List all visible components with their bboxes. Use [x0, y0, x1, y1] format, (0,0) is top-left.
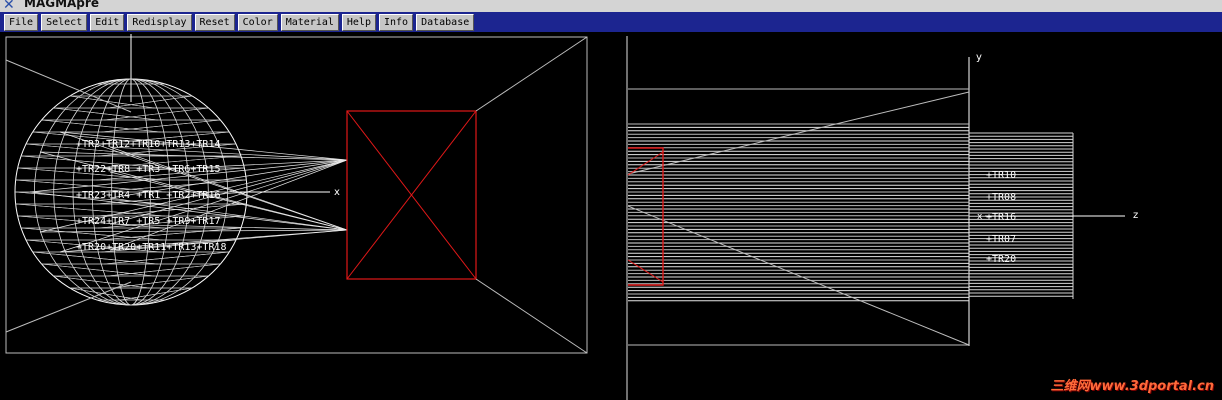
side-y-axis-label: y: [976, 52, 982, 63]
side-z-axis-label: z: [1133, 210, 1138, 221]
side-label: +TR20: [986, 254, 1016, 265]
front-label-row: +TR20+TR20+TR11+TR13+TR18: [76, 242, 227, 253]
side-label: +TR08: [986, 192, 1016, 203]
frame-line-bl: [5, 281, 132, 333]
front-label-row: +TR23+TR4 +TR1 +TR2+TR16: [76, 190, 221, 201]
frame-line-tr: [475, 36, 588, 112]
menu-info-button[interactable]: Info: [378, 14, 414, 31]
x11-app-icon: ✕: [3, 0, 15, 12]
menu-select-button[interactable]: Select: [41, 14, 88, 31]
menu-database-button[interactable]: Database: [416, 14, 475, 31]
window-title: MAGMApre: [24, 0, 99, 10]
side-label: +TR07: [986, 234, 1016, 245]
viewport-area[interactable]: x +TR2+TR12+TR10+TR13+TR14 +TR22+TR8 +TR…: [0, 32, 1222, 400]
front-view-pane[interactable]: x +TR2+TR12+TR10+TR13+TR14 +TR22+TR8 +TR…: [5, 34, 588, 354]
frame-line-tl: [5, 59, 132, 113]
menu-list: File Select Edit Redisplay Reset Color Materia…: [4, 14, 475, 31]
sphere-facet: [104, 107, 209, 121]
side-x-axis-label: x: [977, 212, 983, 222]
sphere-facet: [32, 251, 158, 265]
menu-material-button[interactable]: Material: [280, 14, 339, 31]
watermark-text: 三维网www.3dportal.cn: [1050, 379, 1214, 394]
menu-file-button[interactable]: File: [4, 14, 39, 31]
side-view-pane[interactable]: y z x +TR10 +TR08 +TR16 +TR07 +TR20: [627, 52, 1138, 346]
sphere-facet: [104, 251, 230, 265]
side-diagonal-b: [627, 205, 970, 346]
sphere-facet: [107, 263, 221, 277]
menu-edit-button[interactable]: Edit: [90, 14, 125, 31]
menu-color-button[interactable]: Color: [237, 14, 278, 31]
sphere-facet: [53, 107, 158, 121]
front-label-row: +TR22+TR8 +TR3 +TR6+TR15: [76, 164, 221, 175]
sphere-facet: [96, 203, 247, 217]
title-bar: ✕ MAGMApre: [0, 0, 1222, 12]
front-label-row: +TR24+TR7 +TR5 +TR9+TR17: [76, 216, 221, 227]
layer-lines: [628, 123, 969, 302]
sphere-facet: [99, 227, 241, 241]
frame-line-br: [475, 278, 588, 354]
menu-redisplay-button[interactable]: Redisplay: [127, 14, 192, 31]
menu-help-button[interactable]: Help: [341, 14, 376, 31]
fan-line: [39, 229, 348, 233]
front-label-row: +TR2+TR12+TR10+TR13+TR14: [76, 139, 221, 150]
side-label: +TR10: [986, 170, 1016, 181]
front-x-axis-label: x: [334, 187, 340, 198]
side-label: +TR16: [986, 212, 1016, 223]
sphere-facet: [41, 263, 155, 277]
menu-reset-button[interactable]: Reset: [194, 14, 235, 31]
menu-bar: File Select Edit Redisplay Reset Color Materia…: [0, 12, 1222, 32]
